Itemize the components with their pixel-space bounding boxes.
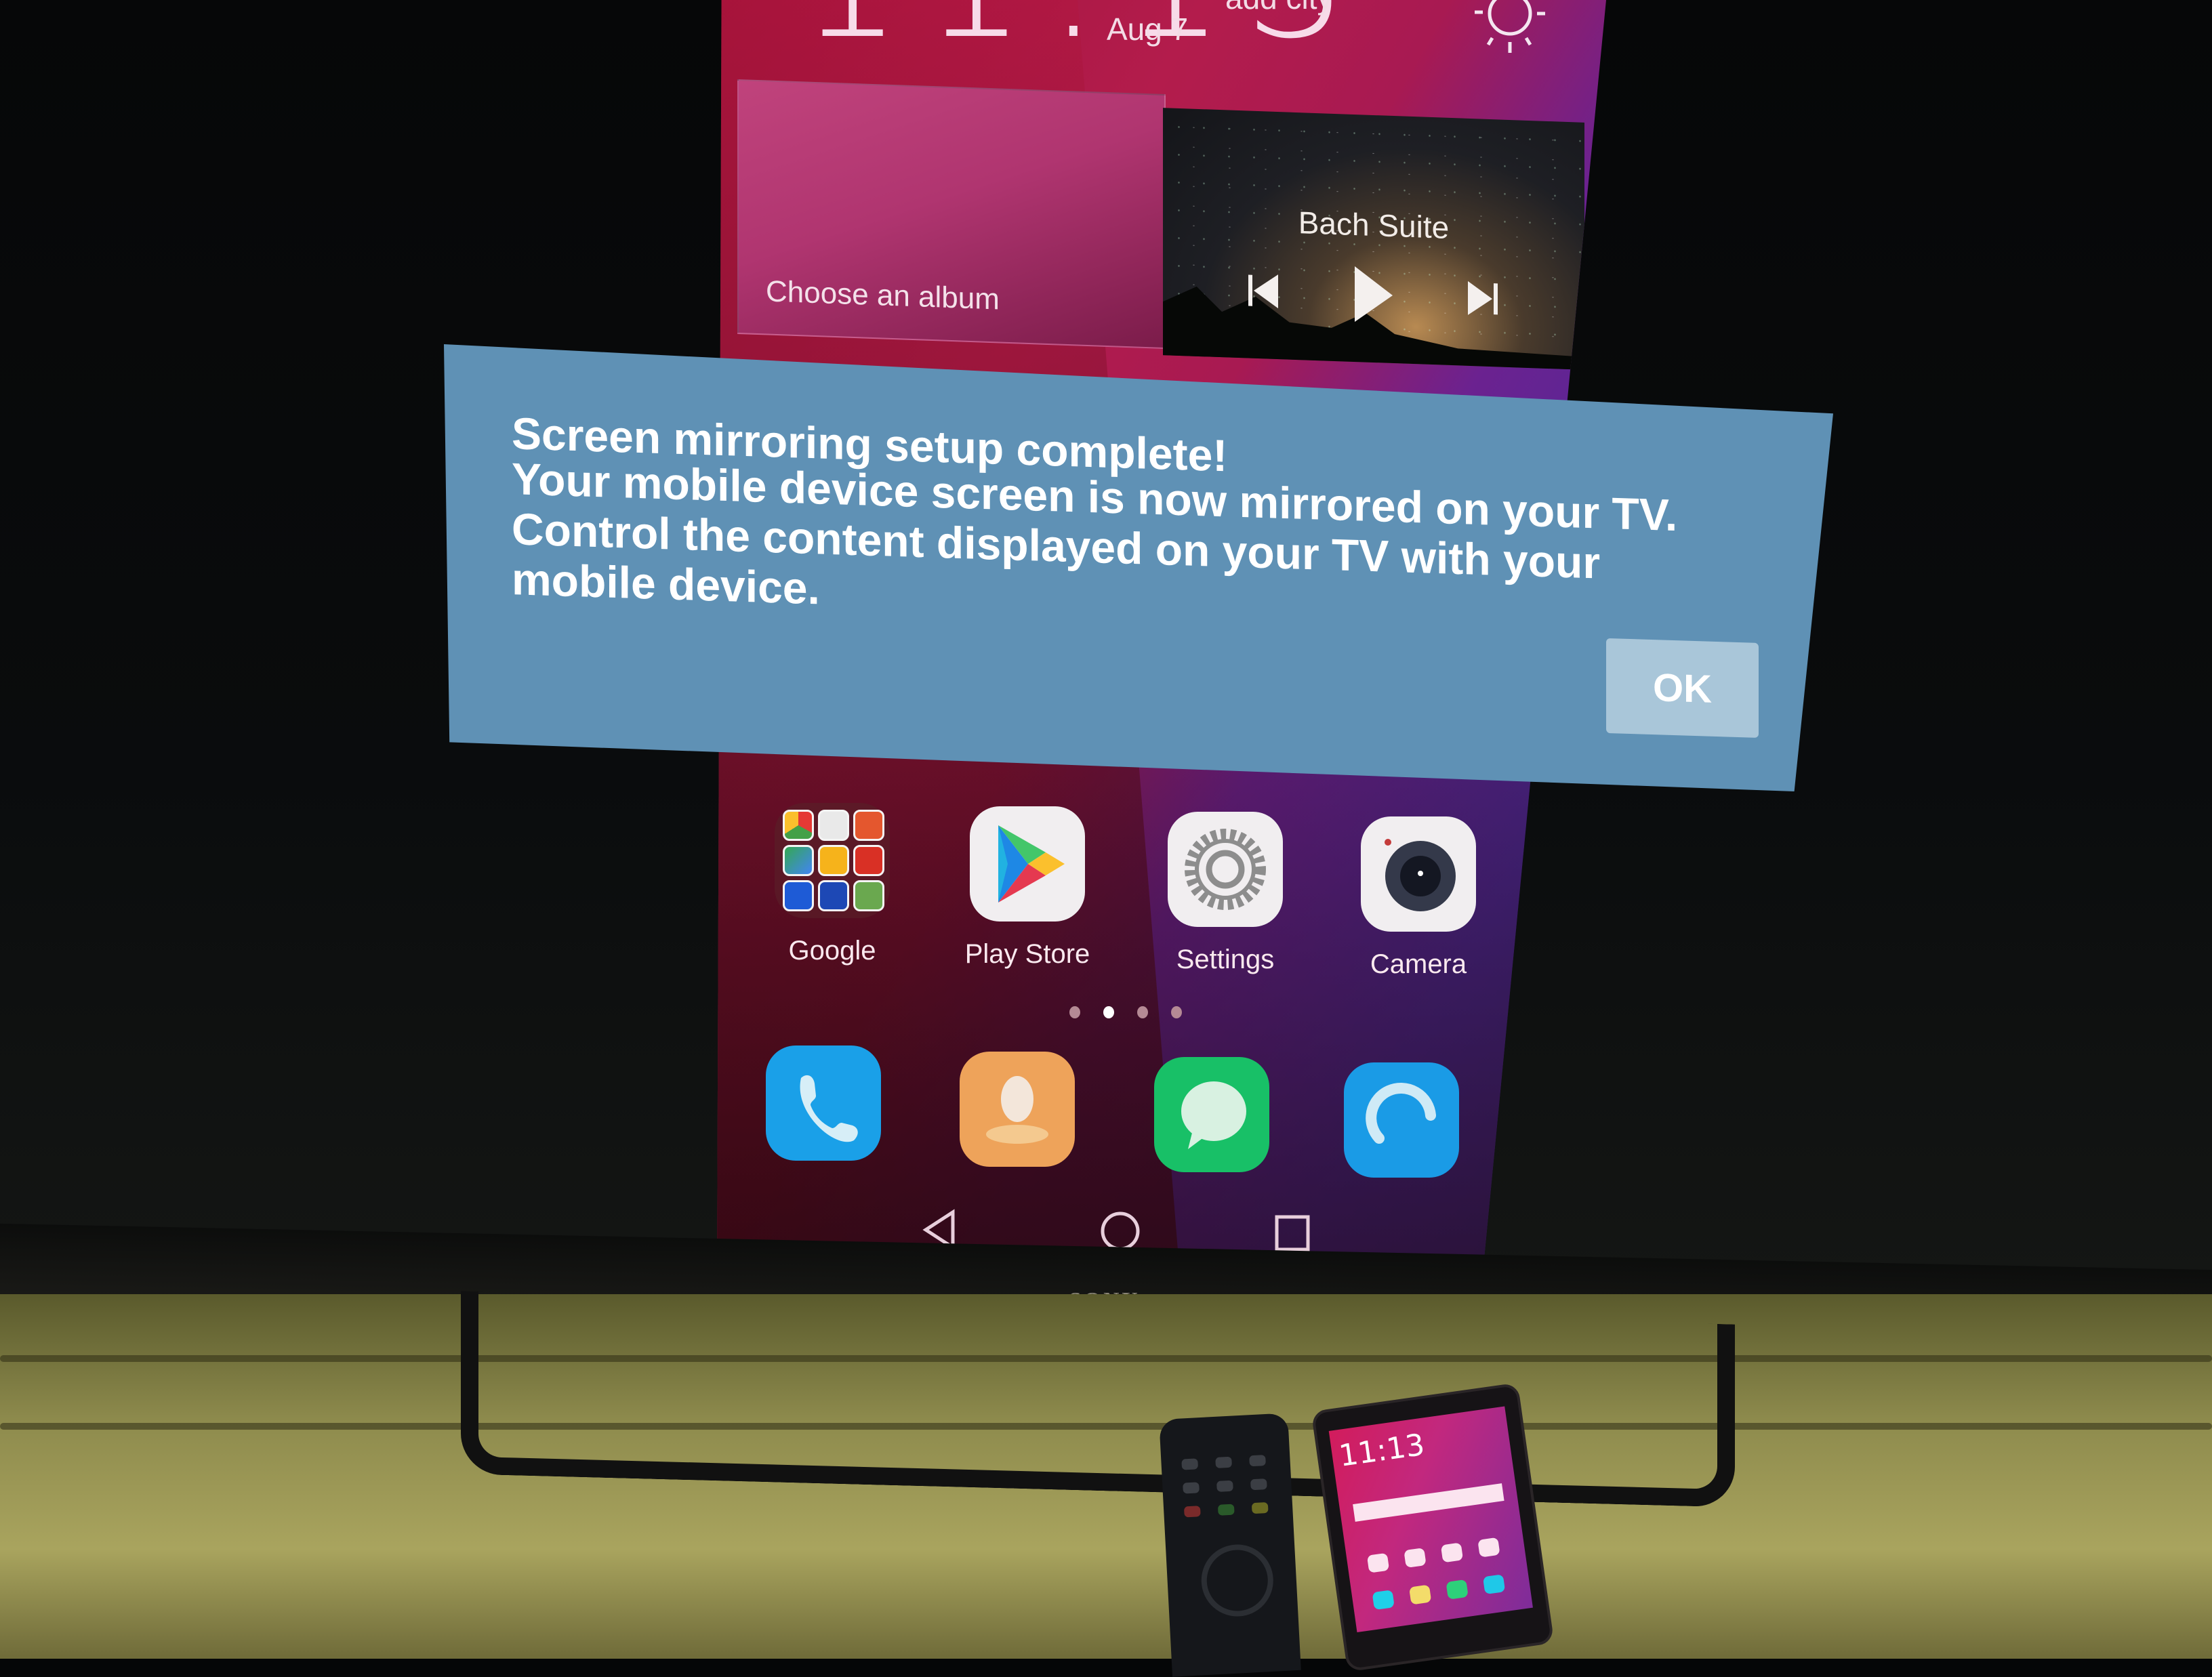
page-indicator	[1056, 1006, 1259, 1020]
app-google-folder[interactable]: Google	[764, 803, 900, 966]
phone-icon	[800, 1075, 858, 1142]
gmail-icon	[818, 810, 849, 841]
play-icon[interactable]	[1349, 264, 1397, 326]
music-widget[interactable]: Bach Suite	[1163, 108, 1584, 370]
remote-red-key[interactable]	[1183, 1506, 1201, 1518]
album-widget-label: Choose an album	[766, 274, 1000, 316]
remote-key[interactable]	[1216, 1480, 1233, 1492]
play-store-icon	[970, 806, 1085, 922]
contacts-app-button[interactable]	[960, 1052, 1075, 1167]
google-plus-icon	[853, 810, 884, 841]
physical-phone-dock-icon	[1482, 1574, 1506, 1595]
sun-icon[interactable]	[1469, 0, 1551, 61]
physical-phone-app-icon	[1366, 1552, 1390, 1573]
browser-icon	[1366, 1083, 1436, 1144]
physical-phone-app-icon	[1440, 1542, 1464, 1563]
remote-key[interactable]	[1181, 1458, 1199, 1470]
play-games-icon	[853, 880, 884, 911]
remote-yellow-key[interactable]	[1251, 1502, 1269, 1514]
app-label: Play Store	[964, 939, 1090, 969]
next-icon[interactable]	[1461, 274, 1502, 323]
physical-phone-screen: 11:13	[1328, 1406, 1533, 1633]
remote-green-key[interactable]	[1217, 1504, 1235, 1516]
browser-app-button[interactable]	[1344, 1062, 1459, 1178]
play-books-icon	[783, 880, 814, 911]
chrome-icon	[783, 810, 814, 841]
physical-phone-app-icon	[1404, 1548, 1427, 1569]
page-dot[interactable]	[1171, 1006, 1182, 1018]
remote-dpad[interactable]	[1200, 1542, 1275, 1619]
previous-icon[interactable]	[1244, 266, 1285, 315]
physical-phone-dock-icon	[1409, 1584, 1432, 1605]
play-newsstand-icon	[818, 880, 849, 911]
app-label: Camera	[1370, 949, 1467, 979]
physical-phone-app-icon	[1477, 1537, 1500, 1558]
contacts-icon	[986, 1076, 1048, 1144]
camera-icon	[1361, 816, 1476, 932]
tv-stand	[461, 1291, 1735, 1508]
tv-remote[interactable]	[1159, 1413, 1301, 1677]
app-settings[interactable]: Settings	[1158, 812, 1293, 975]
message-icon	[1181, 1081, 1246, 1149]
add-city-link[interactable]: add city	[1225, 0, 1333, 16]
ok-button[interactable]: OK	[1606, 638, 1759, 738]
app-play-store[interactable]: Play Store	[960, 806, 1095, 970]
dialog-message: Your mobile device screen is now mirrore…	[512, 453, 1678, 614]
screen-mirroring-dialog: Screen mirroring setup complete! Your mo…	[444, 344, 1833, 791]
page-dot[interactable]	[1069, 1006, 1080, 1018]
google-folder-icon	[775, 803, 890, 918]
remote-key[interactable]	[1249, 1455, 1266, 1467]
page-dot[interactable]	[1137, 1006, 1148, 1018]
physical-phone-clock: 11:13	[1336, 1427, 1427, 1474]
home-date: Aug 7	[1107, 12, 1189, 47]
remote-key[interactable]	[1215, 1456, 1233, 1468]
maps-icon	[783, 845, 814, 876]
app-label: Google	[788, 936, 876, 966]
phone-app-button[interactable]	[766, 1045, 881, 1161]
remote-key[interactable]	[1183, 1482, 1200, 1494]
app-label: Settings	[1176, 945, 1275, 974]
album-widget[interactable]: Choose an album	[737, 79, 1166, 350]
remote-key[interactable]	[1250, 1478, 1267, 1491]
physical-phone-dock-icon	[1446, 1579, 1469, 1600]
physical-phone-dialog-bar	[1353, 1483, 1504, 1522]
physical-phone: 11:13	[1311, 1382, 1555, 1672]
play-music-icon	[818, 845, 849, 876]
physical-phone-dock-icon	[1372, 1590, 1395, 1611]
gear-icon	[1168, 812, 1283, 927]
app-camera[interactable]: Camera	[1351, 816, 1486, 980]
messaging-app-button[interactable]	[1154, 1057, 1269, 1172]
play-movies-icon	[853, 845, 884, 876]
page-dot-active[interactable]	[1103, 1006, 1114, 1018]
